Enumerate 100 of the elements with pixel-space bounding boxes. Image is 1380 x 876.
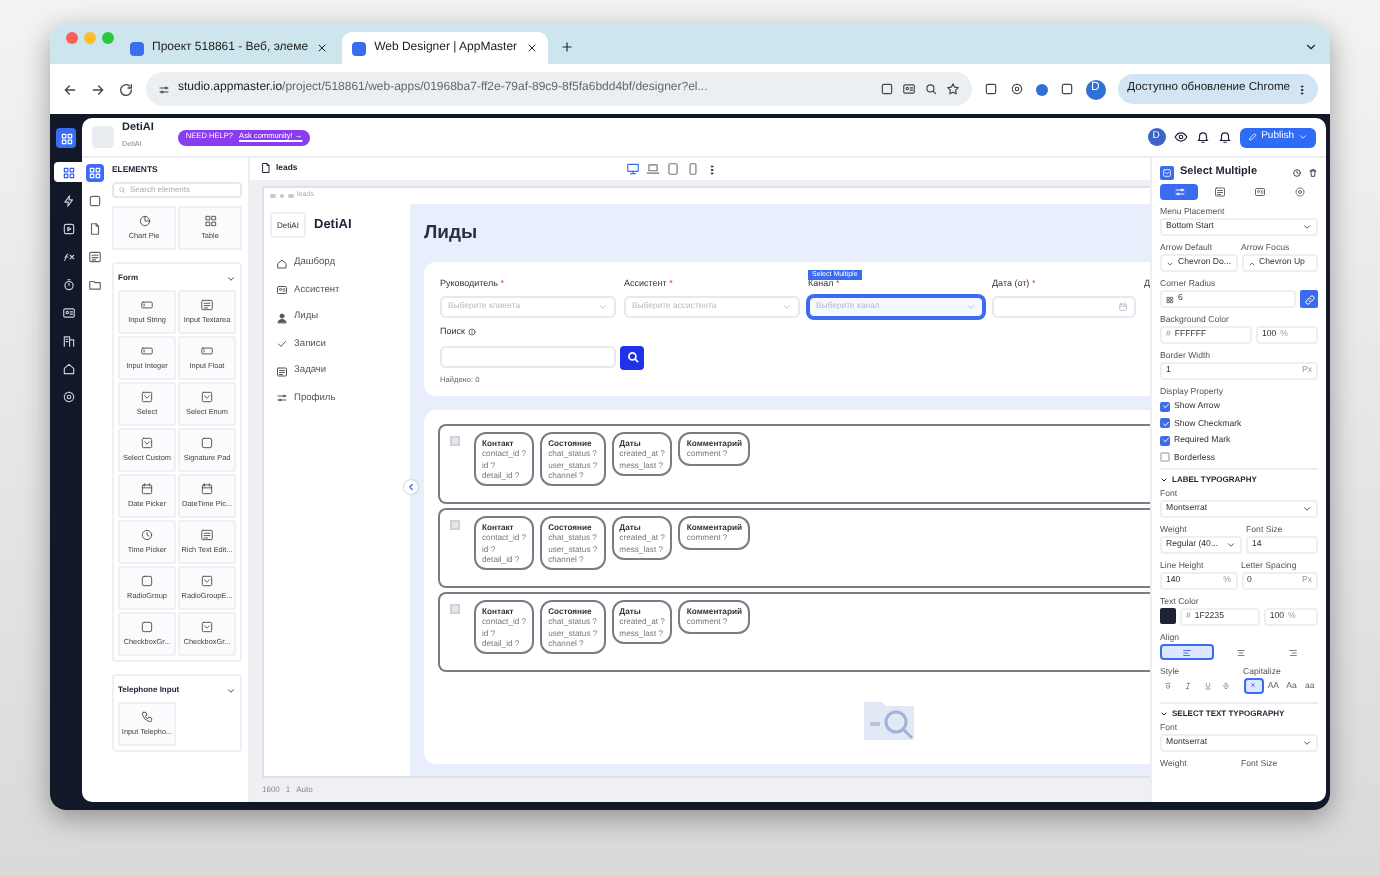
- history-icon[interactable]: [1292, 167, 1302, 177]
- home-icon: [276, 257, 288, 270]
- search-field[interactable]: [440, 346, 616, 368]
- bell-icon[interactable]: [1217, 130, 1232, 144]
- calendar-icon: [200, 482, 214, 497]
- chevron-down-icon: [1298, 132, 1308, 142]
- checkbox[interactable]: [1160, 452, 1170, 463]
- row-checkbox[interactable]: [450, 604, 460, 615]
- back-icon[interactable]: [62, 81, 78, 97]
- close-icon[interactable]: [525, 42, 538, 54]
- sidebar-button[interactable]: [54, 162, 82, 182]
- collapse-button[interactable]: [404, 480, 418, 494]
- underline-icon: [1203, 682, 1212, 690]
- file-icon: [87, 222, 101, 236]
- monitor-icon: [626, 162, 640, 176]
- input-icon: [140, 298, 154, 313]
- select-icon: [200, 574, 214, 589]
- device-button[interactable]: [686, 162, 700, 176]
- settings-icon: [1293, 186, 1305, 198]
- align-right-icon: [1288, 647, 1298, 657]
- more-icon[interactable]: [706, 163, 718, 175]
- square-icon: [140, 620, 154, 635]
- menu-dots-icon[interactable]: [1296, 83, 1308, 95]
- id-card-icon: [1253, 186, 1265, 198]
- overline-icon: [1164, 682, 1173, 690]
- square-icon: [140, 574, 154, 589]
- chevron-down-icon: [1226, 540, 1237, 550]
- search-icon: [625, 350, 639, 364]
- chevron-down-icon: [1302, 504, 1312, 514]
- chevron-down-icon[interactable]: [226, 273, 236, 284]
- search-button[interactable]: [620, 345, 644, 369]
- checkbox[interactable]: [1160, 435, 1170, 446]
- calendar-icon: [1118, 301, 1128, 312]
- list-icon: [87, 250, 101, 264]
- grid-icon: [203, 214, 217, 229]
- input-icon: [140, 344, 154, 359]
- page-title: Лиды: [424, 222, 480, 246]
- check-icon: [276, 338, 288, 351]
- laptop-icon: [646, 162, 660, 176]
- user-icon: [276, 311, 288, 324]
- list-icon: [200, 298, 214, 313]
- grid-icon: [87, 166, 101, 180]
- device-button[interactable]: [626, 162, 640, 176]
- panel-tool-button[interactable]: [85, 164, 103, 182]
- select-icon: [200, 390, 214, 405]
- forward-icon[interactable]: [90, 81, 106, 97]
- lightning-icon: [61, 193, 75, 207]
- app-logo[interactable]: [56, 128, 76, 148]
- building-icon: [61, 333, 75, 347]
- bookmark-star-icon[interactable]: [945, 82, 960, 96]
- folder-icon: [87, 278, 101, 292]
- pie-chart-icon: [137, 214, 151, 229]
- window-dot-icon: [270, 193, 275, 199]
- chevron-down-icon: [1302, 738, 1312, 748]
- italic-icon: [1183, 682, 1192, 690]
- list-icon: [1213, 186, 1225, 198]
- chevron-down-icon[interactable]: [226, 685, 236, 696]
- color-swatch[interactable]: [1160, 608, 1176, 624]
- chevron-down-icon: [782, 301, 792, 312]
- window-dot-icon: [288, 193, 293, 199]
- align-button[interactable]: [1160, 644, 1214, 660]
- stopwatch-icon: [61, 277, 75, 291]
- chevron-left-icon: [406, 482, 416, 492]
- extension-icon[interactable]: [879, 82, 894, 96]
- panel-tool-button[interactable]: [85, 276, 103, 294]
- clock-icon: [140, 528, 154, 543]
- select-icon: [200, 620, 214, 635]
- delete-icon[interactable]: [1308, 167, 1318, 177]
- zoom-icon[interactable]: [923, 82, 938, 96]
- reload-icon[interactable]: [118, 81, 134, 97]
- chevron-down-icon: [1302, 222, 1312, 232]
- panel-tool-button[interactable]: [85, 192, 103, 210]
- row-checkbox[interactable]: [450, 520, 460, 531]
- checkbox[interactable]: [1160, 418, 1170, 429]
- home-icon: [61, 361, 75, 375]
- date-field[interactable]: [992, 295, 1136, 318]
- extension-dot-icon[interactable]: [1035, 83, 1048, 95]
- new-tab-icon[interactable]: [559, 40, 574, 54]
- chevron-down-icon[interactable]: [1304, 40, 1318, 54]
- list-icon: [276, 365, 288, 378]
- link-button[interactable]: [1300, 290, 1318, 308]
- bell-icon[interactable]: [1195, 130, 1210, 144]
- inspector-tab[interactable]: [1160, 184, 1198, 200]
- calendar-icon: [140, 482, 154, 497]
- phone-handset-icon: [140, 710, 154, 725]
- device-button[interactable]: [666, 162, 680, 176]
- eye-icon[interactable]: [1173, 130, 1188, 144]
- checkbox[interactable]: [1160, 401, 1170, 412]
- panel-tool-button[interactable]: [85, 248, 103, 266]
- select-icon: [140, 390, 154, 405]
- close-icon[interactable]: [316, 42, 329, 54]
- panel-tool-button[interactable]: [85, 220, 103, 238]
- align-left-icon: [1182, 647, 1192, 657]
- row-checkbox[interactable]: [450, 436, 460, 447]
- grid-icon: [61, 165, 75, 179]
- select-icon: [140, 436, 154, 451]
- grid-icon: [1166, 295, 1174, 303]
- rocket-icon: [1247, 132, 1258, 142]
- device-button[interactable]: [646, 162, 660, 176]
- id-card-icon: [61, 305, 75, 319]
